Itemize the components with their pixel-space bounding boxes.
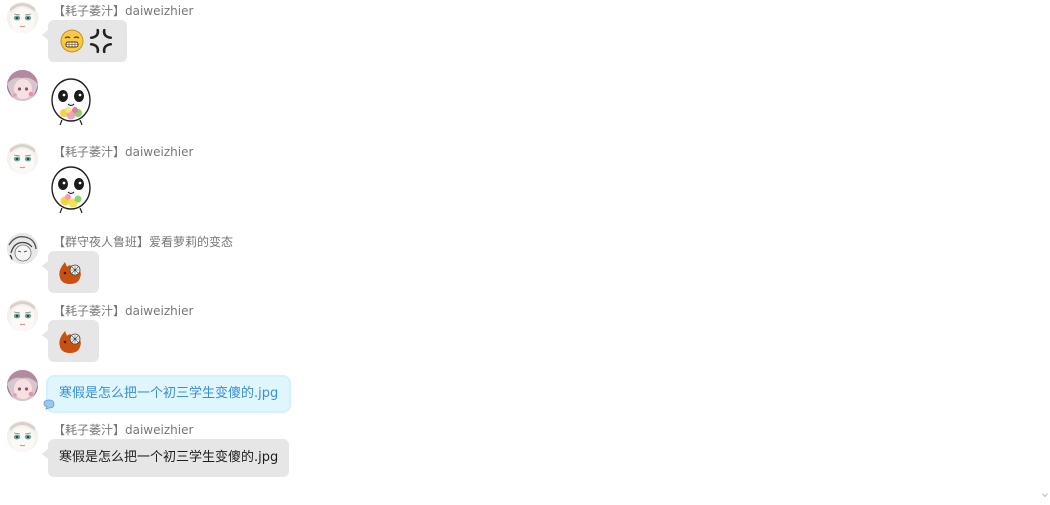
orange-creature-emoji-icon: [56, 258, 84, 286]
pink-hair-avatar[interactable]: [7, 70, 38, 101]
pale-face-avatar[interactable]: [7, 300, 38, 331]
sender-name[interactable]: 【耗子萎汁】daiweizhier: [53, 304, 193, 318]
panda-face-flower-sticker[interactable]: [48, 76, 94, 130]
chat-message-list[interactable]: 【耗子萎汁】daiweizhier 【耗子萎汁】daiweizhier 【群守夜…: [0, 0, 1050, 505]
grimace-emoji-icon: [60, 29, 84, 53]
sketch-avatar[interactable]: [7, 233, 38, 264]
emoji-bubble[interactable]: [42, 251, 99, 293]
sender-name[interactable]: 【耗子萎汁】daiweizhier: [53, 145, 193, 159]
text-bubble[interactable]: 寒假是怎么把一个初三学生变傻的.jpg: [48, 377, 290, 411]
text-bubble[interactable]: 寒假是怎么把一个初三学生变傻的.jpg: [41, 439, 290, 477]
orange-creature-emoji-icon: [56, 327, 84, 355]
sender-name[interactable]: 【群守夜人鲁班】爱看萝莉的变态: [53, 235, 233, 249]
panda-face-flower-sticker[interactable]: [48, 164, 94, 218]
pink-hair-avatar[interactable]: [7, 370, 38, 401]
bubble-decoration-icon: [42, 398, 56, 410]
message-text: 寒假是怎么把一个初三学生变傻的.jpg: [59, 386, 279, 401]
anger-symbol-icon: [88, 28, 114, 54]
pale-face-avatar[interactable]: [7, 421, 38, 452]
sender-name[interactable]: 【耗子萎汁】daiweizhier: [53, 4, 193, 18]
emoji-bubble[interactable]: [42, 320, 99, 362]
scroll-down-icon[interactable]: [1042, 492, 1048, 498]
emoji-bubble[interactable]: [42, 20, 127, 62]
sender-name[interactable]: 【耗子萎汁】daiweizhier: [53, 423, 193, 437]
message-text: 寒假是怎么把一个初三学生变傻的.jpg: [59, 450, 279, 465]
pale-face-avatar[interactable]: [7, 143, 38, 174]
pale-face-avatar[interactable]: [7, 2, 38, 33]
